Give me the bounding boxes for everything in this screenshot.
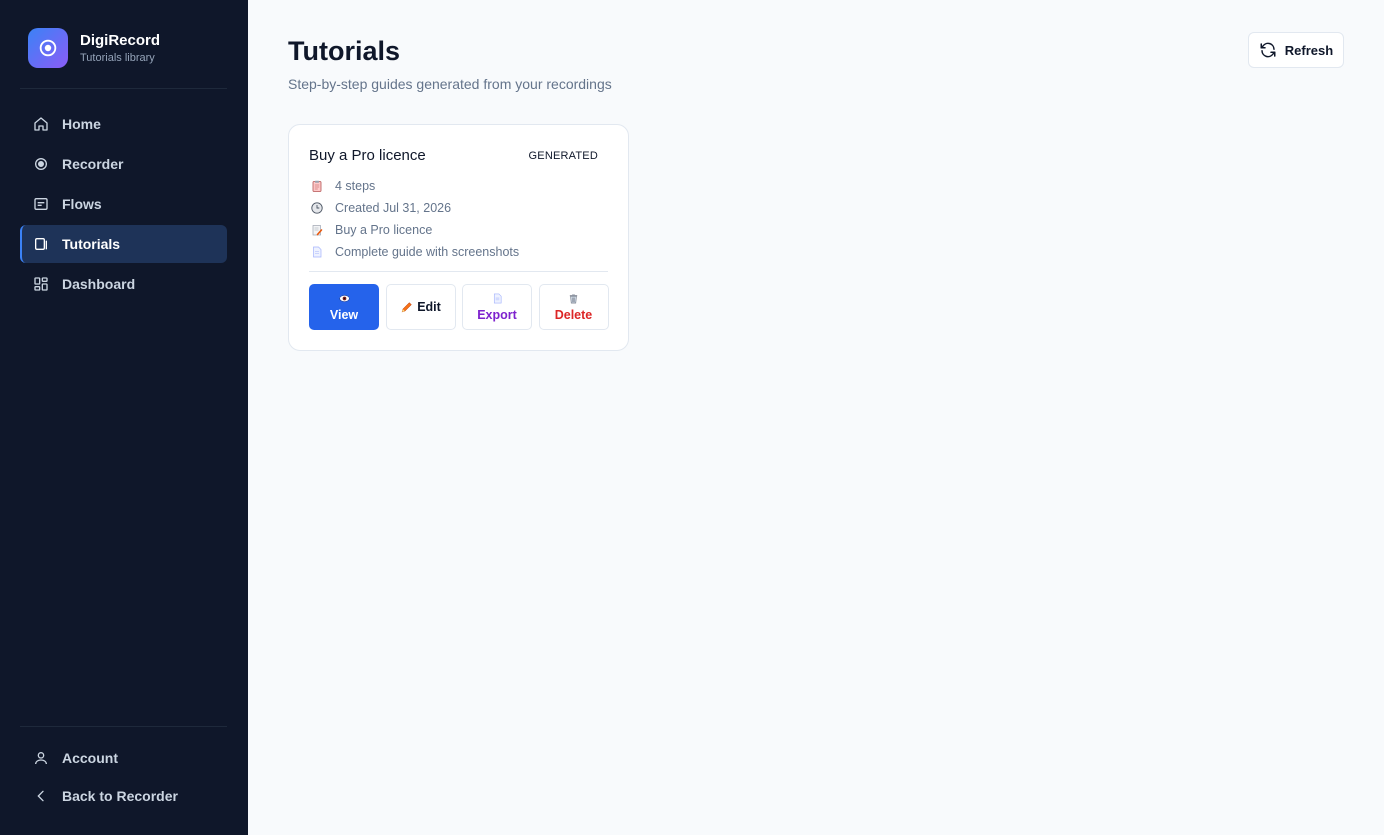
user-icon [32,749,50,767]
sidebar-bottom-nav: Account Back to Recorder [20,740,227,816]
sidebar-divider [20,726,227,727]
tutorial-source-text: Buy a Pro licence [335,223,433,237]
sidebar-divider [20,88,227,89]
tutorial-description-text: Complete guide with screenshots [335,245,520,259]
sidebar-item-label: Home [62,116,101,132]
card-divider [309,271,608,272]
document-icon [311,246,323,258]
delete-label: Delete [554,307,593,322]
edit-button[interactable]: Edit [385,284,456,330]
home-icon [32,115,50,133]
refresh-button[interactable]: Refresh [1248,32,1344,68]
trash-icon [568,293,580,305]
status-badge: GENERATED [528,150,598,162]
sidebar-item-account[interactable]: Account [20,740,227,776]
document-export-icon [491,293,503,305]
clipboard-icon [311,180,323,192]
tutorial-steps-text: 4 steps [335,179,376,193]
sidebar-item-flows[interactable]: Flows [20,185,227,223]
dashboard-icon [32,275,50,293]
view-label: View [329,307,359,322]
sidebar-item-recorder[interactable]: Recorder [20,145,227,183]
sidebar-item-tutorials[interactable]: Tutorials [20,225,227,263]
sidebar-nav: Home Recorder Flows Tutorials Dashboard [20,105,227,305]
chevron-left-icon [32,787,50,805]
brand: DigiRecord Tutorials library [28,28,160,68]
back-to-recorder-link[interactable]: Back to Recorder [20,778,227,814]
flows-icon [32,195,50,213]
refresh-icon [1260,42,1276,58]
delete-button[interactable]: Delete [538,284,609,330]
main-content: Tutorials Step-by-step guides generated … [248,0,1384,835]
pencil-icon [400,301,413,314]
edit-label: Edit [417,300,441,314]
export-label: Export [477,307,517,322]
sidebar-item-label: Recorder [62,156,124,172]
export-button[interactable]: Export [462,284,532,330]
sidebar: DigiRecord Tutorials library Home Record… [0,0,248,835]
view-button[interactable]: View [309,284,379,330]
brand-subtitle: Tutorials library [80,51,155,64]
sidebar-item-label: Tutorials [62,236,121,252]
tutorials-icon [32,235,50,253]
sidebar-item-dashboard[interactable]: Dashboard [20,265,227,303]
tutorial-description: Complete guide with screenshots [311,245,519,259]
tutorial-source: Buy a Pro licence [311,223,432,237]
memo-icon [311,224,323,236]
record-logo-icon [28,28,68,68]
sidebar-item-home[interactable]: Home [20,105,227,143]
eye-icon [338,293,350,305]
sidebar-item-label: Account [62,750,118,766]
page-subtitle: Step-by-step guides generated from your … [288,76,612,92]
tutorial-card: Buy a Pro licence GENERATED 4 steps Crea… [288,124,629,351]
sidebar-item-label: Flows [62,196,102,212]
tutorial-created: Created Jul 31, 2026 [311,201,451,215]
brand-name: DigiRecord [80,31,161,49]
tutorial-actions: View Edit Export Delete [309,284,615,330]
tutorial-title: Buy a Pro licence [309,147,426,164]
record-icon [32,155,50,173]
tutorial-created-text: Created Jul 31, 2026 [335,201,452,215]
clock-icon [311,202,323,214]
tutorial-steps: 4 steps [311,179,375,193]
page-title: Tutorials [288,36,401,66]
refresh-label: Refresh [1284,42,1334,58]
sidebar-item-label: Back to Recorder [62,788,178,804]
sidebar-item-label: Dashboard [62,276,136,292]
